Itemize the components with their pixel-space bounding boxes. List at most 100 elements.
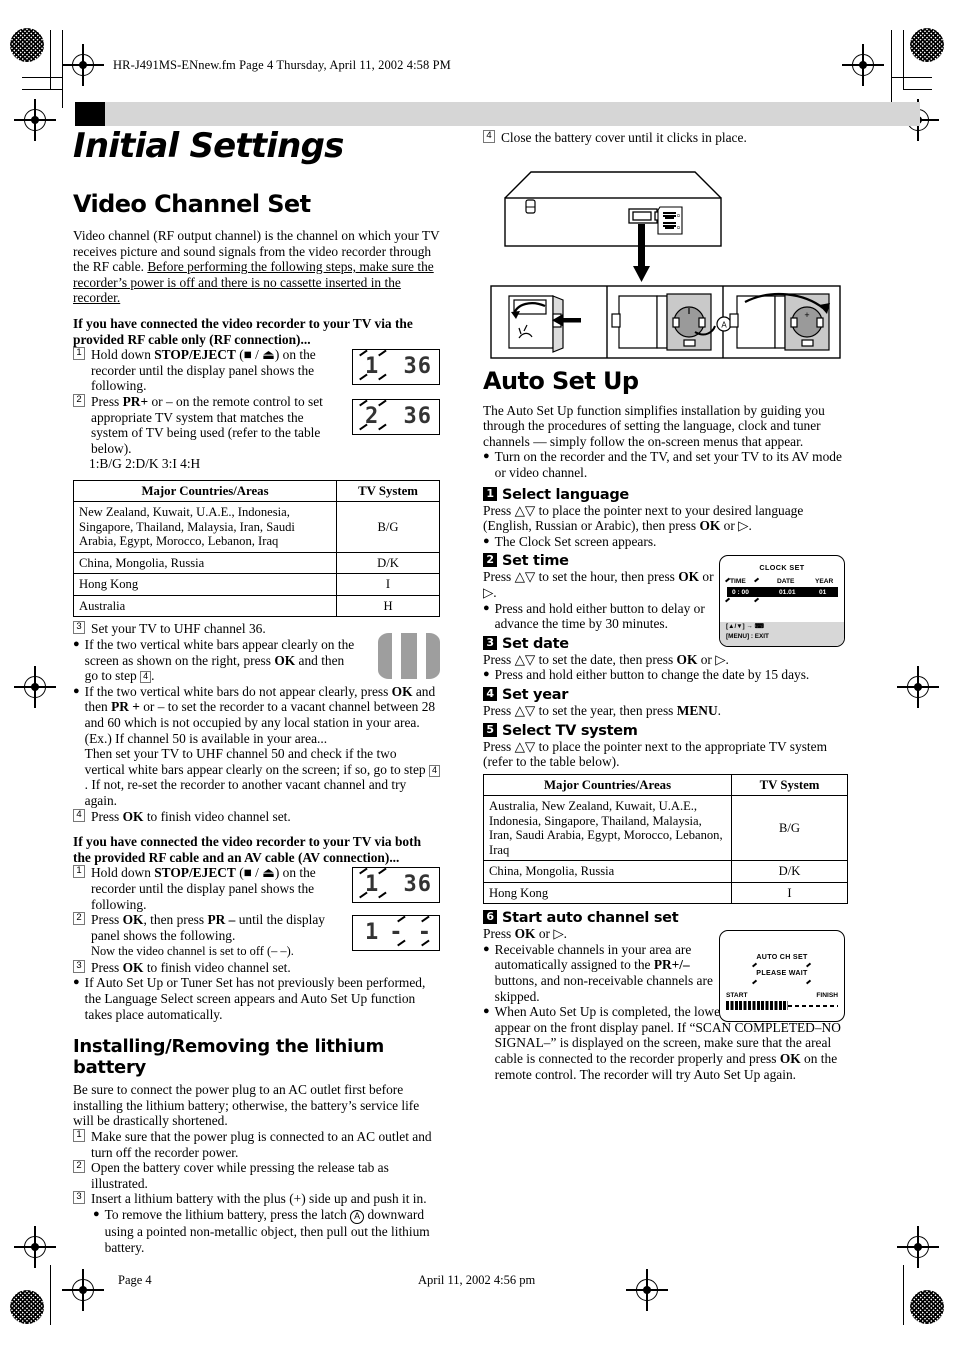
page-title: Initial Settings — [73, 126, 344, 166]
step-text: Press △▽ to set the hour, then press — [483, 569, 679, 585]
bullet-auto-setup-note: ● If Auto Set Up or Tuner Set has not pr… — [73, 975, 440, 1022]
step-text: Open the battery cover while pressing th… — [91, 1160, 389, 1191]
asu-step-5-text: Press △▽ to place the pointer next to th… — [483, 738, 828, 770]
asu-step-3-text: Press △▽ to set the date, then press OK … — [483, 652, 848, 668]
lcd-display-1: 1 36 — [352, 349, 440, 386]
table-header-row: Major Countries/Areas TV System — [73, 479, 440, 503]
osd-autoch-title: AUTO CH SET — [756, 953, 808, 962]
step-text: Press △▽ to set the date, then press — [483, 651, 677, 667]
header-gray-bar — [105, 102, 920, 126]
registration-mark — [842, 44, 884, 86]
osd-col-date: DATE — [777, 578, 795, 586]
lcd-2-right-digits: 36 — [403, 404, 432, 430]
table-cell-system: I — [731, 881, 848, 905]
step-text-2: , then press — [143, 912, 208, 928]
bullet-dot: ● — [483, 534, 490, 547]
auto-setup-intro: The Auto Set Up function simplifies inst… — [483, 402, 825, 449]
crop-line — [50, 1265, 51, 1325]
osd-label-start: START — [726, 992, 748, 1000]
table-row: Hong Kong I — [73, 573, 440, 596]
asu-step-5-heading: 5 Select TV system — [483, 722, 848, 739]
step-text: Close the battery cover until it clicks … — [501, 130, 747, 145]
svg-text:o: o — [675, 214, 681, 217]
step-rf-1: 1 Hold down STOP/EJECT (■ / ⏏) on the re… — [73, 347, 335, 394]
svg-text:A: A — [721, 320, 727, 329]
asu-step-number: 5 — [483, 722, 497, 737]
bullet-hold-change-date: ● Press and hold either button to change… — [483, 667, 848, 683]
step-bold-key: OK — [122, 808, 144, 824]
right-column: 4 Close the battery cover until it click… — [483, 130, 848, 1082]
step-number: 2 — [73, 1160, 85, 1174]
table-row: China, Mongolia, Russia D/K — [483, 860, 848, 883]
footer-page-number: Page 4 — [118, 1273, 152, 1287]
asu-step-title: Select TV system — [502, 722, 638, 739]
document-page: HR-J491MS-ENnew.fm Page 4 Thursday, Apri… — [0, 0, 954, 1351]
registration-mark — [14, 1226, 56, 1268]
inline-step-ref: 4 — [140, 671, 152, 684]
registration-mark — [14, 99, 56, 141]
osd-progress-labels: START FINISH — [726, 992, 838, 999]
asu-step-title: Set date — [502, 635, 569, 652]
step-text: Press — [483, 926, 515, 942]
step-battery-2: 2 Open the battery cover while pressing … — [73, 1160, 440, 1191]
crop-line — [22, 77, 62, 78]
bullet-dot: ● — [483, 942, 490, 955]
bullet-text: Press and hold either button to change t… — [494, 667, 810, 683]
table-row: Australia, New Zealand, Kuwait, U.A.E., … — [483, 795, 848, 862]
table-cell-countries: Australia, New Zealand, Kuwait, U.A.E., … — [483, 795, 732, 862]
asu-step-number: 1 — [483, 486, 497, 501]
step-rf-2: 2 Press PR+ or – on the remote control t… — [73, 393, 335, 456]
crop-line — [903, 1265, 904, 1325]
av-connection-heading: If you have connected the video recorder… — [73, 834, 422, 865]
table-cell-system: D/K — [731, 860, 848, 883]
osd-footer: [▲/▼] → ⌨ [MENU] : EXIT — [720, 622, 844, 647]
table-cell-countries: China, Mongolia, Russia — [73, 551, 337, 575]
asu-step-6-text: Press OK or ▷. — [483, 926, 715, 942]
lcd-4-left-digit: 1 — [365, 920, 380, 946]
step-bold-key: OK — [676, 651, 698, 667]
osd-col-year: YEAR — [815, 578, 834, 586]
step-text: Press — [91, 912, 123, 928]
step-number: 4 — [73, 808, 85, 822]
footer-date: April 11, 2002 4:56 pm — [418, 1273, 536, 1287]
table-row: China, Mongolia, Russia D/K — [73, 551, 440, 575]
registration-mark — [62, 44, 104, 86]
asu-step-2-heading: 2 Set time — [483, 553, 715, 569]
osd-progress-bar — [726, 1001, 838, 1011]
crop-line — [891, 77, 932, 78]
table-header-countries: Major Countries/Areas — [73, 479, 337, 503]
step-battery-4: 4 Close the battery cover until it click… — [483, 130, 848, 146]
table-header-system: TV System — [731, 773, 848, 797]
bullet-text: Turn on the recorder and the TV, and set… — [494, 449, 842, 480]
registration-mark — [626, 1269, 668, 1311]
bullet-dot: ● — [73, 684, 80, 697]
bullet-white-bars-unclear: ● If the two vertical white bars do not … — [73, 684, 440, 809]
asu-step-4-heading: 4 Set year — [483, 686, 848, 703]
step-text: Press △▽ to set the year, then press — [483, 702, 677, 718]
step-text-cont: or ▷. — [697, 651, 729, 667]
registration-mark — [897, 666, 939, 708]
bullet-bold-key: OK — [274, 652, 296, 668]
osd-auto-ch-set-wrapper: AUTO CH SET PLEASE WAIT START FINISH — [719, 930, 845, 1023]
table-cell-system: B/G — [731, 795, 848, 862]
step-text: Set your TV to UHF channel 36. — [91, 621, 266, 637]
table-cell-system: I — [336, 573, 440, 596]
crop-line — [50, 30, 51, 90]
table-cell-countries: China, Mongolia, Russia — [483, 860, 732, 883]
illustration-svg: o o A + — [490, 170, 841, 359]
section-title-lithium-battery: Installing/Removing the lithium battery — [73, 1036, 384, 1079]
bullet-text-4: Then set your TV to UHF channel 50 and c… — [84, 746, 429, 777]
step-bold-key: OK — [678, 569, 700, 585]
osd-val-time: 0 : 00 — [732, 588, 749, 596]
lcd-display-4: 1 - - — [352, 915, 440, 952]
osd-auto-ch-set: AUTO CH SET PLEASE WAIT START FINISH — [719, 930, 845, 1023]
table-header-system: TV System — [336, 479, 440, 503]
bullet-text: Press and hold either button to delay or… — [494, 600, 705, 632]
section-title-auto-set-up: Auto Set Up — [483, 366, 639, 395]
step-bold-key: OK — [122, 959, 144, 975]
bullet-text: The Clock Set screen appears. — [494, 533, 657, 549]
step-battery-3: 3 Insert a lithium battery with the plus… — [73, 1191, 440, 1207]
lcd-group-rf: 1 36 2 36 — [352, 349, 440, 436]
bullet-receivable-channels: ● Receivable channels in your area are a… — [483, 942, 715, 1004]
bullet-dot: ● — [93, 1208, 100, 1220]
